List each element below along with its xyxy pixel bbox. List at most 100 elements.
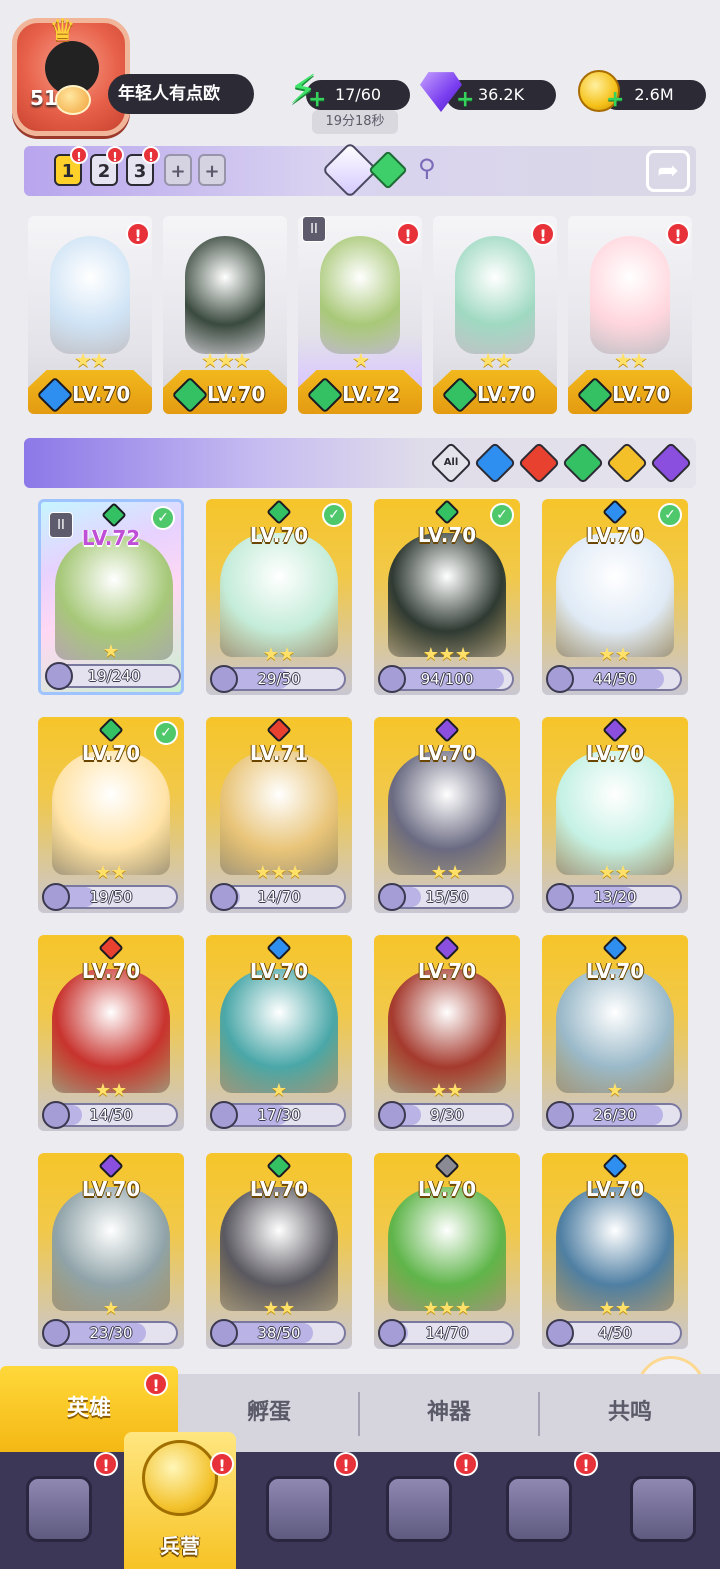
hero-portrait bbox=[220, 1187, 338, 1311]
hero-card[interactable]: LV.70 ★ 26/30 bbox=[542, 935, 688, 1131]
hero-portrait bbox=[455, 236, 535, 354]
hero-card[interactable]: LV.70 ★ 23/30 bbox=[38, 1153, 184, 1349]
water-element-icon bbox=[602, 1153, 628, 1179]
hero-level: LV.72 bbox=[342, 382, 401, 406]
hero-card[interactable]: LV.70 ★★ 15/50 bbox=[374, 717, 520, 913]
alert-badge: ! bbox=[334, 1452, 358, 1476]
crown-icon: ♛ bbox=[49, 13, 76, 48]
star-rating: ★★ bbox=[614, 348, 648, 372]
hero-portrait bbox=[556, 1187, 674, 1311]
fragment-icon bbox=[378, 665, 406, 693]
nav-map[interactable] bbox=[248, 1462, 348, 1562]
share-icon[interactable]: ➦ bbox=[646, 150, 690, 192]
fire-element-icon bbox=[266, 717, 292, 743]
fragment-progress: 13/20 bbox=[546, 883, 682, 911]
add-gold-icon[interactable]: + bbox=[606, 89, 626, 111]
hero-level: LV.70 bbox=[612, 382, 671, 406]
hero-card[interactable]: LV.70 ★★ 4/50 bbox=[542, 1153, 688, 1349]
cards-icon bbox=[26, 1476, 92, 1542]
add-gems-icon[interactable]: + bbox=[456, 89, 476, 111]
star-rating: ★ bbox=[270, 1080, 288, 1101]
add-team-button[interactable]: + bbox=[164, 154, 192, 186]
star-rating: ★ bbox=[102, 1298, 120, 1319]
lineup-hero-card[interactable]: ★★ LV.70 bbox=[568, 216, 692, 414]
fragment-icon bbox=[378, 1101, 406, 1129]
energy-timer: 19分18秒 bbox=[312, 110, 398, 134]
fragment-icon bbox=[378, 883, 406, 911]
alert-badge: ! bbox=[70, 146, 88, 164]
fragment-icon bbox=[42, 1101, 70, 1129]
hero-portrait bbox=[556, 751, 674, 875]
fragment-icon bbox=[546, 883, 574, 911]
star-rating: ★★ bbox=[598, 644, 632, 665]
hero-card[interactable]: LV.70 ★★ 9/30 bbox=[374, 935, 520, 1131]
hero-level: LV.71 bbox=[249, 741, 309, 765]
alert-badge: ! bbox=[574, 1452, 598, 1476]
hero-portrait bbox=[52, 969, 170, 1093]
tab-resonance[interactable]: 共鸣 bbox=[540, 1374, 720, 1452]
fragment-icon bbox=[210, 665, 238, 693]
add-team-button[interactable]: + bbox=[198, 154, 226, 186]
hero-level: LV.70 bbox=[207, 382, 266, 406]
star-rating: ★★ bbox=[598, 862, 632, 883]
hero-card[interactable]: LV.70 ★★★ 14/70 bbox=[374, 1153, 520, 1349]
fragment-progress: 38/50 bbox=[210, 1319, 346, 1347]
star-rating: ★★★ bbox=[422, 1298, 472, 1319]
lineup-hero-card[interactable]: ★★ LV.70 bbox=[28, 216, 152, 414]
barracks-icon bbox=[142, 1440, 218, 1516]
star-rating: ★★ bbox=[430, 1080, 464, 1101]
hero-portrait bbox=[220, 533, 338, 657]
nav-barracks-label: 兵营 bbox=[160, 1534, 200, 1558]
hero-level: LV.70 bbox=[81, 741, 141, 765]
fragment-icon bbox=[546, 1101, 574, 1129]
search-icon[interactable]: ⚲ bbox=[418, 154, 436, 182]
star-rating: ★★★ bbox=[254, 862, 304, 883]
hero-card[interactable]: ✓ LV.70 ★★ 29/50 bbox=[206, 499, 352, 695]
alert-badge: ! bbox=[531, 222, 555, 246]
fragment-icon bbox=[42, 883, 70, 911]
hero-portrait bbox=[220, 969, 338, 1093]
hero-card[interactable]: LV.70 ★★ 38/50 bbox=[206, 1153, 352, 1349]
lineup-hero-card[interactable]: ★★ LV.70 bbox=[433, 216, 557, 414]
hero-card[interactable]: ✓ LV.70 ★★★ 94/100 bbox=[374, 499, 520, 695]
add-energy-icon[interactable]: + bbox=[308, 89, 328, 111]
hero-portrait bbox=[556, 969, 674, 1093]
water-element-icon bbox=[602, 935, 628, 961]
nav-castle[interactable] bbox=[368, 1462, 468, 1562]
fragment-progress: 14/70 bbox=[378, 1319, 514, 1347]
fragment-icon bbox=[45, 662, 73, 690]
hero-card[interactable]: ✓ LV.70 ★★ 44/50 bbox=[542, 499, 688, 695]
fragment-progress: 44/50 bbox=[546, 665, 682, 693]
hero-card[interactable]: ✓ LV.70 ★★ 19/50 bbox=[38, 717, 184, 913]
hero-card[interactable]: ✓ II LV.72 ★ 19/240 bbox=[38, 499, 184, 695]
water-element-icon bbox=[602, 499, 628, 525]
hero-portrait bbox=[50, 236, 130, 354]
nav-cards[interactable] bbox=[8, 1462, 108, 1562]
fragment-progress: 94/100 bbox=[378, 665, 514, 693]
hero-level: LV.70 bbox=[81, 1177, 141, 1201]
lineup-hero-card[interactable]: ★★★ LV.70 bbox=[163, 216, 287, 414]
hero-level: LV.70 bbox=[585, 523, 645, 547]
hero-card[interactable]: LV.70 ★★ 13/20 bbox=[542, 717, 688, 913]
fragment-progress: 19/240 bbox=[45, 662, 181, 690]
fragment-progress: 23/30 bbox=[42, 1319, 178, 1347]
hero-level: LV.70 bbox=[585, 959, 645, 983]
star-rating: ★ bbox=[102, 641, 120, 662]
lineup-hero-card[interactable]: ★ LV.72 bbox=[298, 216, 422, 414]
player-avatar[interactable]: ♛ bbox=[12, 13, 130, 136]
hero-card[interactable]: LV.70 ★★ 14/50 bbox=[38, 935, 184, 1131]
dark-element-icon bbox=[434, 717, 460, 743]
nav-mushroom[interactable] bbox=[488, 1462, 588, 1562]
tab-artifacts[interactable]: 神器 bbox=[360, 1374, 538, 1452]
tab-divider bbox=[538, 1392, 540, 1436]
hero-level: LV.70 bbox=[477, 382, 536, 406]
alert-badge: ! bbox=[210, 1452, 234, 1476]
hero-card[interactable]: LV.71 ★★★ 14/70 bbox=[206, 717, 352, 913]
nav-banner[interactable] bbox=[612, 1462, 712, 1562]
hero-card[interactable]: LV.70 ★ 17/30 bbox=[206, 935, 352, 1131]
fragment-icon bbox=[210, 1101, 238, 1129]
hero-portrait bbox=[388, 969, 506, 1093]
hero-portrait bbox=[52, 751, 170, 875]
player-name[interactable]: 年轻人有点欧 bbox=[108, 74, 254, 114]
wind-element-icon bbox=[101, 502, 127, 528]
